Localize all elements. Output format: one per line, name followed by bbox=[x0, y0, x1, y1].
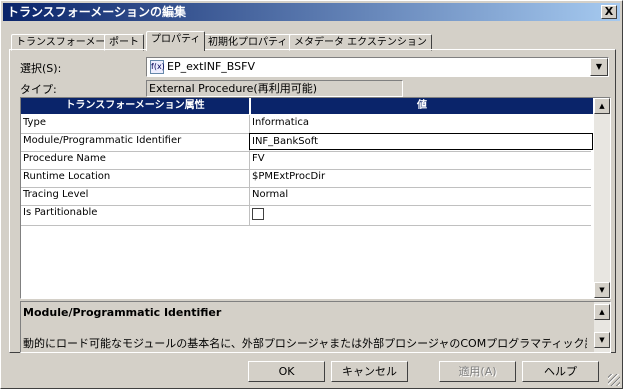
cancel-button[interactable]: キャンセル bbox=[331, 361, 408, 382]
edit-transformation-dialog: トランスフォーメーションの編集 X トランスフォーメーション ポート プロパティ… bbox=[0, 0, 623, 389]
value-cell[interactable]: $PMExtProcDir bbox=[250, 169, 592, 187]
attr-cell: Runtime Location bbox=[21, 169, 250, 187]
selection-value: EP_extINF_BSFV bbox=[167, 60, 255, 73]
scroll-down-icon[interactable]: ▼ bbox=[594, 282, 610, 298]
attr-cell: Type bbox=[21, 115, 250, 133]
title-bar: トランスフォーメーションの編集 X bbox=[3, 3, 620, 21]
function-icon: f(x) bbox=[150, 60, 165, 74]
dropdown-arrow-icon[interactable]: ▼ bbox=[590, 58, 608, 76]
description-title: Module/Programmatic Identifier bbox=[23, 306, 222, 319]
tab-properties[interactable]: プロパティ bbox=[146, 31, 206, 51]
attr-cell: Module/Programmatic Identifier bbox=[21, 133, 250, 151]
attr-cell: Tracing Level bbox=[21, 187, 250, 205]
grid-scrollbar[interactable]: ▲ ▼ bbox=[594, 98, 610, 298]
description-panel: Module/Programmatic Identifier 動的にロード可能な… bbox=[20, 301, 611, 353]
table-row[interactable]: Procedure Name FV bbox=[21, 151, 591, 170]
window-title: トランスフォーメーションの編集 bbox=[7, 5, 187, 19]
table-row[interactable]: Type Informatica bbox=[21, 115, 591, 134]
header-attribute: トランスフォーメーション属性 bbox=[21, 98, 249, 114]
type-label: タイプ: bbox=[20, 83, 57, 96]
selection-dropdown[interactable]: f(x) EP_extINF_BSFV ▼ bbox=[146, 57, 609, 77]
close-button[interactable]: X bbox=[601, 5, 617, 19]
attr-cell: Procedure Name bbox=[21, 151, 250, 169]
value-cell[interactable]: FV bbox=[250, 151, 592, 169]
value-cell[interactable]: Informatica bbox=[250, 115, 592, 133]
scroll-up-icon[interactable]: ▲ bbox=[594, 304, 610, 320]
resize-grip-icon[interactable] bbox=[608, 374, 620, 386]
attr-cell: Is Partitionable bbox=[21, 205, 250, 225]
properties-grid: トランスフォーメーション属性 値 Type Informatica Module… bbox=[20, 97, 611, 299]
table-row[interactable]: Tracing Level Normal bbox=[21, 187, 591, 206]
table-row[interactable]: Runtime Location $PMExtProcDir bbox=[21, 169, 591, 188]
scroll-up-icon[interactable]: ▲ bbox=[594, 98, 610, 114]
value-cell[interactable]: Normal bbox=[250, 187, 592, 205]
value-cell-editing[interactable]: INF_BankSoft bbox=[249, 133, 593, 150]
help-button[interactable]: ヘルプ bbox=[522, 361, 599, 382]
description-text: 動的にロード可能なモジュールの基本名に、外部プロシージャまたは外部プロシージャの… bbox=[23, 337, 587, 350]
ok-button[interactable]: OK bbox=[248, 361, 325, 382]
table-row[interactable]: Module/Programmatic Identifier INF_BankS… bbox=[21, 133, 593, 152]
selection-label: 選択(S): bbox=[20, 62, 62, 75]
scroll-down-icon[interactable]: ▼ bbox=[594, 332, 610, 348]
value-cell[interactable] bbox=[250, 205, 592, 223]
partitionable-checkbox[interactable] bbox=[252, 208, 264, 220]
type-value: External Procedure(再利用可能) bbox=[146, 80, 403, 97]
apply-button[interactable]: 適用(A) bbox=[439, 361, 516, 382]
header-value: 値 bbox=[250, 98, 593, 114]
description-scrollbar[interactable]: ▲ ▼ bbox=[594, 302, 610, 352]
table-row[interactable]: Is Partitionable bbox=[21, 205, 591, 226]
